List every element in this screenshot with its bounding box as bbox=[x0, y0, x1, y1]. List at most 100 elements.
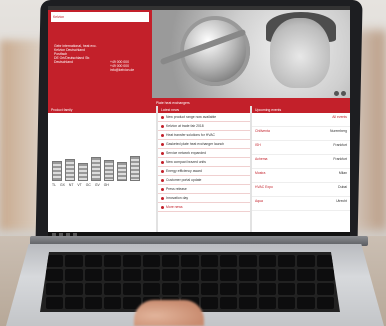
news-item-text[interactable]: Kelvion at trade fair 2018 bbox=[166, 124, 204, 128]
content-columns: Product family TL GX NT VT GC GV GH Late… bbox=[48, 106, 350, 238]
news-item[interactable]: Innovation day bbox=[158, 194, 250, 203]
slider-controls[interactable] bbox=[334, 91, 346, 96]
key bbox=[84, 283, 102, 295]
key bbox=[65, 297, 83, 309]
news-item[interactable]: More news bbox=[158, 203, 250, 212]
key bbox=[142, 255, 160, 267]
key bbox=[239, 297, 257, 309]
events-heading: Upcoming events bbox=[255, 107, 282, 112]
child-photo bbox=[270, 18, 330, 88]
product-plate[interactable] bbox=[117, 162, 127, 181]
news-item-text[interactable]: Customer portal update bbox=[166, 178, 201, 182]
key bbox=[297, 269, 315, 281]
key bbox=[278, 255, 296, 267]
product-plate[interactable] bbox=[104, 160, 114, 181]
event-name[interactable]: HVAC Expo bbox=[255, 185, 273, 194]
hero-banner: Plate heat exchangers bbox=[152, 10, 350, 106]
logo-bar[interactable]: Kelvion bbox=[51, 12, 149, 22]
event-row[interactable]: Chillventa Nuremberg bbox=[252, 127, 350, 141]
news-item-text[interactable]: Gasketed plate heat exchanger launch bbox=[166, 142, 224, 146]
event-row[interactable]: Aqua Utrecht bbox=[252, 197, 350, 211]
key bbox=[278, 297, 296, 309]
event-location: Utrecht bbox=[336, 199, 347, 203]
laptop-screen: Kelvion Gebr international, heat exc. Ke… bbox=[48, 6, 350, 238]
events-more-link[interactable]: All events bbox=[332, 115, 347, 124]
news-heading-bar: Latest news bbox=[158, 106, 250, 113]
news-item-text[interactable]: New compact brazed units bbox=[166, 160, 206, 164]
phone-block: +49 000 000 +49 000 000 info@kelvion.de bbox=[110, 60, 134, 72]
key bbox=[278, 269, 296, 281]
key bbox=[104, 255, 122, 267]
hero-caption: Plate heat exchangers bbox=[156, 101, 190, 105]
news-item[interactable]: New compact brazed units bbox=[158, 158, 250, 167]
news-item-text[interactable]: New product range now available bbox=[166, 115, 216, 119]
address-line: Deutschland bbox=[54, 60, 73, 64]
event-name[interactable]: Achema bbox=[255, 157, 267, 166]
news-panel: Latest news New product range now availa… bbox=[158, 106, 250, 238]
bullet-icon bbox=[161, 142, 164, 146]
news-item[interactable]: New product range now available bbox=[158, 113, 250, 122]
news-item-text[interactable]: Heat transfer solutions for HVAC bbox=[166, 133, 215, 137]
event-name[interactable]: Aqua bbox=[255, 199, 263, 208]
product-plate[interactable] bbox=[78, 163, 88, 181]
key bbox=[200, 269, 218, 281]
news-item[interactable]: Service network expanded bbox=[158, 149, 250, 158]
event-name[interactable]: Mostra bbox=[255, 171, 265, 180]
product-labels: TL GX NT VT GC GV GH bbox=[48, 181, 156, 189]
event-name[interactable]: ISH bbox=[255, 143, 261, 152]
email-link[interactable]: info@kelvion.de bbox=[110, 68, 134, 72]
events-more-row: All events bbox=[252, 113, 350, 127]
hero-caption-bar: Plate heat exchangers bbox=[152, 98, 350, 106]
bullet-icon bbox=[161, 187, 164, 191]
news-heading: Latest news bbox=[161, 107, 180, 112]
news-item[interactable]: Customer portal update bbox=[158, 176, 250, 185]
product-images[interactable] bbox=[48, 113, 156, 181]
news-item[interactable]: Heat transfer solutions for HVAC bbox=[158, 131, 250, 140]
news-item-text[interactable]: Energy efficiency award bbox=[166, 169, 202, 173]
key bbox=[239, 283, 257, 295]
events-panel: Upcoming events All events Chillventa Nur… bbox=[252, 106, 350, 238]
key bbox=[65, 269, 83, 281]
key bbox=[258, 269, 276, 281]
news-item-text[interactable]: Service network expanded bbox=[166, 151, 206, 155]
products-panel: Product family TL GX NT VT GC GV GH bbox=[48, 106, 156, 238]
site-logo-text[interactable]: Kelvion bbox=[53, 15, 64, 19]
key bbox=[84, 297, 102, 309]
user-hand bbox=[134, 300, 204, 326]
event-row[interactable]: Mostra Milan bbox=[252, 169, 350, 183]
product-label: GH bbox=[103, 183, 109, 187]
key bbox=[258, 297, 276, 309]
news-more-link[interactable]: More news bbox=[166, 205, 183, 209]
news-item[interactable]: Kelvion at trade fair 2018 bbox=[158, 122, 250, 131]
key bbox=[220, 269, 238, 281]
product-plate[interactable] bbox=[91, 157, 101, 181]
product-plate[interactable] bbox=[130, 156, 140, 181]
news-item[interactable]: Gasketed plate heat exchanger launch bbox=[158, 140, 250, 149]
contact-panel: Kelvion Gebr international, heat exc. Ke… bbox=[48, 10, 152, 106]
news-item[interactable]: Press release bbox=[158, 185, 250, 194]
event-row[interactable]: Achema Frankfurt bbox=[252, 155, 350, 169]
news-item[interactable]: Energy efficiency award bbox=[158, 167, 250, 176]
key bbox=[84, 269, 102, 281]
key bbox=[239, 255, 257, 267]
event-name[interactable]: Chillventa bbox=[255, 129, 270, 138]
slider-prev-icon[interactable] bbox=[334, 91, 339, 96]
key bbox=[46, 269, 64, 281]
product-plate[interactable] bbox=[52, 161, 62, 181]
slider-next-icon[interactable] bbox=[341, 91, 346, 96]
bullet-icon bbox=[161, 196, 164, 200]
product-label: GX bbox=[59, 183, 65, 187]
site-header: Kelvion Gebr international, heat exc. Ke… bbox=[48, 10, 350, 106]
product-plate[interactable] bbox=[65, 159, 75, 181]
key bbox=[65, 255, 83, 267]
event-row[interactable]: ISH Frankfurt bbox=[252, 141, 350, 155]
news-item-text[interactable]: Innovation day bbox=[166, 196, 188, 200]
key bbox=[181, 269, 199, 281]
bullet-icon bbox=[161, 133, 164, 137]
bullet-icon bbox=[161, 151, 164, 155]
bullet-icon bbox=[161, 124, 164, 128]
news-item-text[interactable]: Press release bbox=[166, 187, 187, 191]
event-row[interactable]: HVAC Expo Dubai bbox=[252, 183, 350, 197]
product-label: TL bbox=[52, 183, 56, 187]
event-location: Frankfurt bbox=[333, 157, 347, 161]
